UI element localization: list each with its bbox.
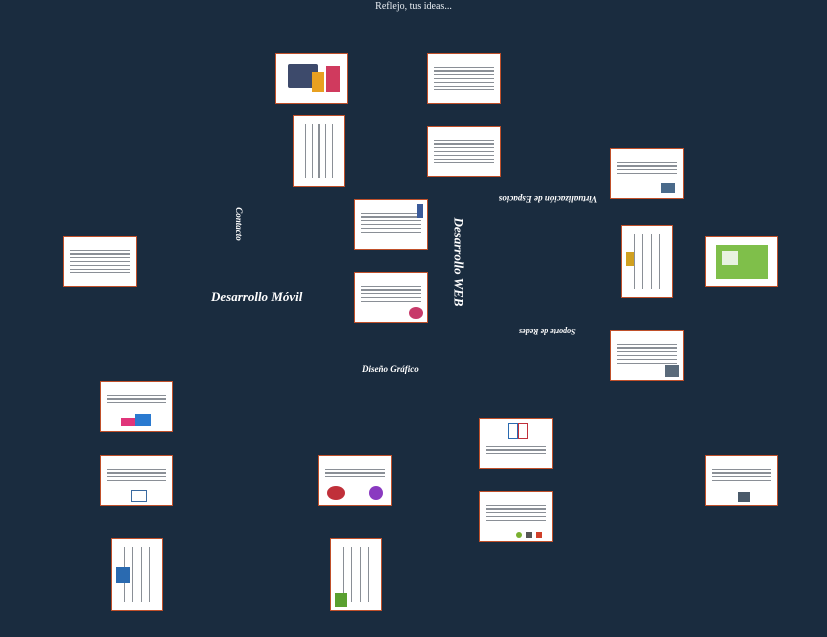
- virt-small-icon: [626, 252, 634, 266]
- canvas-caption: Reflejo, tus ideas...: [375, 1, 452, 12]
- frame-movil-2[interactable]: [479, 491, 553, 542]
- frame-diseno-3[interactable]: [318, 455, 392, 506]
- colors-icon: [369, 486, 383, 500]
- design-icon-blue: [135, 414, 151, 426]
- frame-diseno-vertical-1[interactable]: [111, 538, 163, 611]
- frame-text-1[interactable]: [427, 53, 501, 104]
- graphic-icon: [409, 307, 423, 319]
- server-icon: [738, 492, 750, 502]
- stand-screen-image: [722, 251, 738, 265]
- frame-virt-stand[interactable]: [705, 236, 778, 287]
- frame-text-2[interactable]: [427, 126, 501, 177]
- frame-devices-image[interactable]: [275, 53, 348, 104]
- design-vertical-icon: [116, 567, 130, 583]
- phone-outline-icon: [508, 423, 518, 439]
- apple-icon: [526, 532, 532, 538]
- paint-icon: [327, 486, 345, 500]
- web-icon: [417, 204, 423, 218]
- frame-virt-1[interactable]: [610, 148, 684, 199]
- frame-vertical-1[interactable]: [293, 115, 345, 187]
- windows-icon: [536, 532, 542, 538]
- frame-redes-2[interactable]: [705, 455, 778, 506]
- frame-diseno-1[interactable]: [100, 381, 173, 432]
- label-diseno-grafico[interactable]: Diseño Gráfico: [362, 364, 419, 374]
- frame-virt-vertical[interactable]: [621, 225, 673, 298]
- tablet-image: [326, 66, 340, 92]
- phone-image: [312, 72, 324, 92]
- virt-icon: [661, 183, 675, 193]
- phone-outline-icon-2: [518, 423, 528, 439]
- design-vertical-icon-2: [335, 593, 347, 607]
- frame-contacto[interactable]: [63, 236, 137, 287]
- frame-web-2[interactable]: [354, 272, 428, 323]
- android-icon: [516, 532, 522, 538]
- network-icon: [665, 365, 679, 377]
- label-virtualizacion[interactable]: Virtualización de Espacios: [498, 193, 598, 204]
- design-icon-pink: [121, 418, 135, 426]
- label-soporte-redes[interactable]: Soporte de Redes: [519, 327, 575, 336]
- frame-movil-1[interactable]: [479, 418, 553, 469]
- frame-diseno-vertical-2[interactable]: [330, 538, 382, 611]
- label-contacto[interactable]: Contacto: [234, 207, 244, 241]
- label-desarrollo-web[interactable]: Desarrollo WEB: [450, 218, 466, 307]
- monitor-icon: [131, 490, 147, 502]
- frame-web-1[interactable]: [354, 199, 428, 250]
- frame-diseno-2[interactable]: [100, 455, 173, 506]
- label-desarrollo-movil[interactable]: Desarrollo Móvil: [211, 289, 302, 305]
- frame-redes-1[interactable]: [610, 330, 684, 381]
